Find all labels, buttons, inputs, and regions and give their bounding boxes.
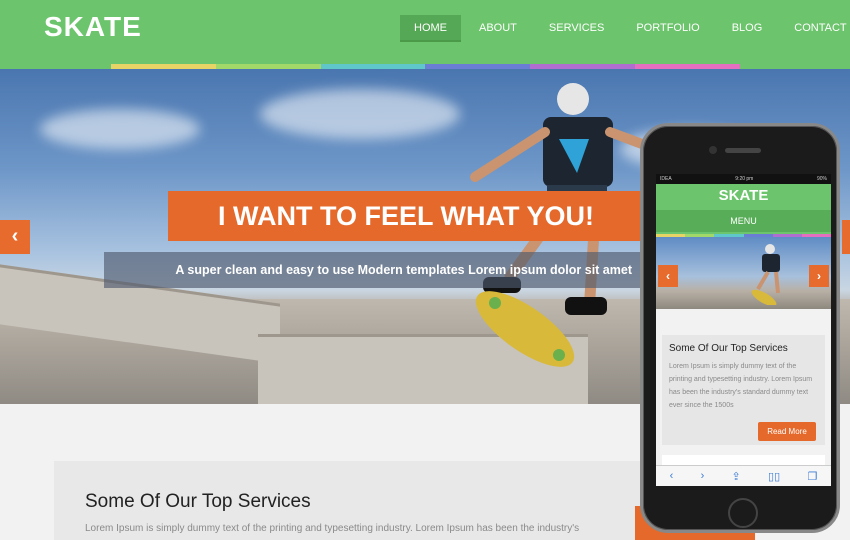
nav-blog[interactable]: BLOG [718,15,777,42]
cloud-shape [260,89,460,139]
nav-home[interactable]: HOME [400,15,461,42]
phone-camera [709,146,717,154]
forward-icon[interactable]: › [701,470,705,482]
mobile-battery: 90% [816,176,827,182]
mobile-card-text: Lorem Ipsum is simply dummy text of the … [669,363,813,409]
services-title: Some Of Our Top Services [85,491,311,512]
site-header: SKATE HOME ABOUT SERVICES PORTFOLIO BLOG… [0,0,850,69]
share-icon[interactable]: ⇪ [732,470,741,483]
bookmarks-icon[interactable]: ▯▯ [768,470,780,483]
phone-screen: IDEA 9:20 pm 90% SKATE MENU ‹ › Some Of … [656,174,831,486]
nav-about[interactable]: ABOUT [465,15,531,42]
mobile-carrier: IDEA [660,176,672,182]
mobile-card-title: Some Of Our Top Services [669,343,788,354]
mobile-prev-button[interactable]: ‹ [658,265,678,287]
mobile-status-bar: IDEA 9:20 pm 90% [656,174,831,184]
phone-speaker [725,148,761,153]
mobile-services-card: Some Of Our Top Services Lorem Ipsum is … [662,335,825,445]
mobile-menu-button[interactable]: MENU [656,210,831,232]
phone-mockup: IDEA 9:20 pm 90% SKATE MENU ‹ › Some Of … [640,123,840,533]
mobile-read-more-button[interactable]: Read More [758,422,816,441]
mobile-next-section [662,455,825,465]
mobile-time: 9:20 pm [735,176,754,182]
mobile-skater-image [751,244,780,305]
cloud-shape [40,109,200,149]
mobile-header: SKATE MENU [656,184,831,237]
phone-home-button[interactable] [728,498,758,528]
hero-next-button[interactable] [842,220,850,254]
nav-portfolio[interactable]: PORTFOLIO [622,15,713,42]
hero-subline: A super clean and easy to use Modern tem… [104,252,644,288]
mobile-logo[interactable]: SKATE [656,187,831,204]
mobile-hero-slider: ‹ › [656,237,831,309]
nav-services[interactable]: SERVICES [535,15,618,42]
hero-prev-button[interactable]: ‹ [0,220,30,254]
nav-contact[interactable]: CONTACT [780,15,850,42]
tabs-icon[interactable]: ❐ [807,470,817,483]
back-icon[interactable]: ‹ [670,470,674,482]
mobile-next-button[interactable]: › [809,265,829,287]
mobile-browser-toolbar: ‹ › ⇪ ▯▯ ❐ [656,465,831,486]
services-text: Lorem Ipsum is simply dummy text of the … [85,523,580,534]
site-logo[interactable]: SKATE [44,11,142,43]
hero-headline: I WANT TO FEEL WHAT YOU! [168,191,644,241]
main-nav: HOME ABOUT SERVICES PORTFOLIO BLOG CONTA… [400,15,850,42]
